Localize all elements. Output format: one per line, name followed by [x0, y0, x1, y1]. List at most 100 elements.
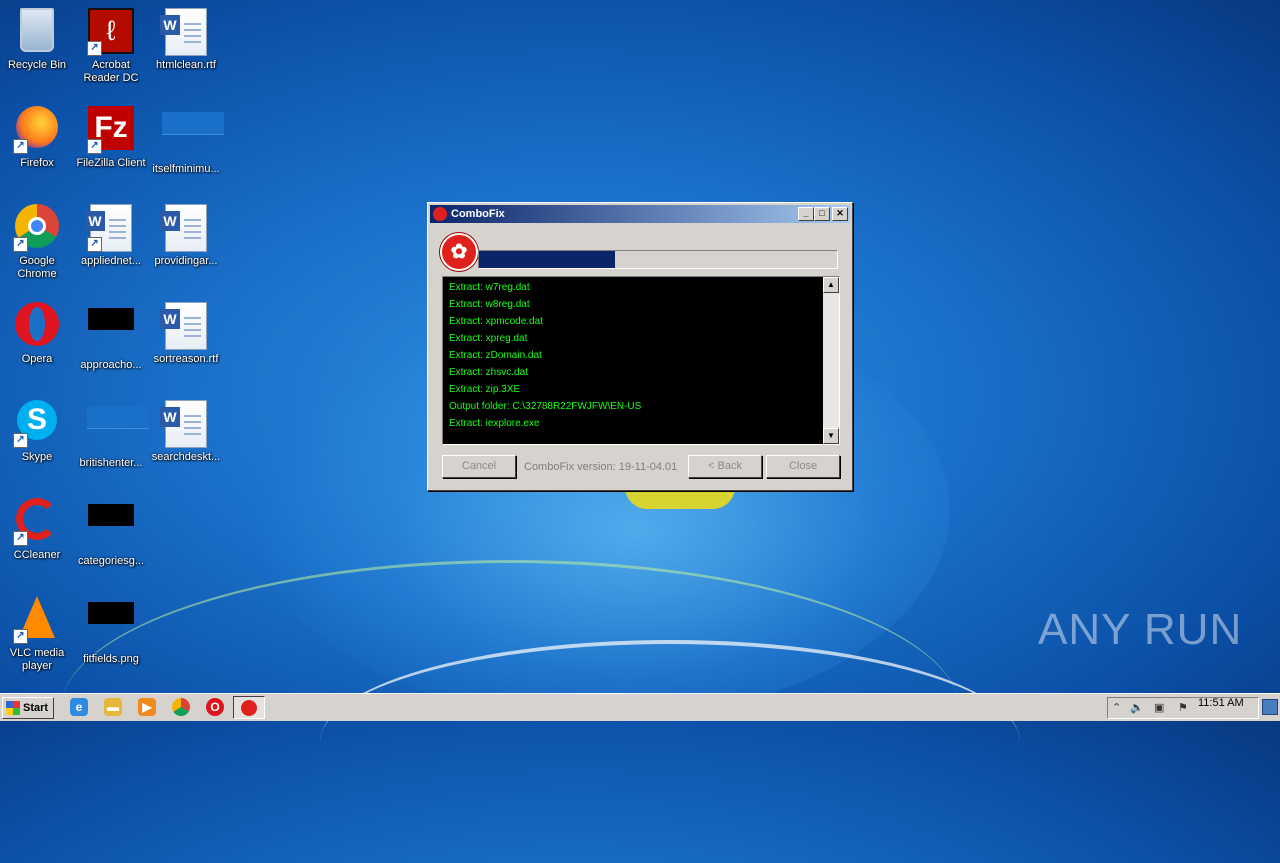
maximize-button[interactable]: □ — [814, 207, 830, 221]
desktop-icon-itselfminimu[interactable]: itselfminimu... — [149, 100, 224, 176]
desktop-icon-providingar[interactable]: W providingar... — [149, 198, 223, 268]
desktop-icon-fitfields[interactable]: fitfields.png — [74, 590, 148, 666]
progress-bar — [478, 250, 838, 269]
desktop-icon-label: approacho... — [80, 359, 142, 371]
desktop-icon-label: Opera — [21, 353, 53, 365]
desktop-icon-label: searchdeskt... — [151, 451, 221, 463]
word-doc-icon: W — [160, 8, 210, 56]
shortcut-arrow-icon: ↗ — [87, 41, 102, 56]
volume-icon[interactable]: 🔈 — [1130, 701, 1144, 715]
desktop-icon-skype[interactable]: S ↗ Skype — [0, 394, 74, 464]
filezilla-icon: Fz ↗ — [87, 106, 135, 154]
desktop-icon-searchdeskt[interactable]: W searchdeskt... — [149, 394, 223, 464]
version-label: ComboFix version: 19-11-04.01 — [524, 461, 678, 473]
show-desktop-icon[interactable] — [1262, 699, 1278, 715]
black-image-icon — [87, 602, 135, 650]
shortcut-arrow-icon: ↗ — [13, 237, 28, 252]
scroll-up-icon[interactable]: ▲ — [823, 277, 839, 293]
desktop-icon-label: categoriesg... — [77, 555, 145, 567]
log-line: Output folder: C:\32788R22FWJFW\EN-US — [449, 401, 642, 412]
desktop-icon-label: itselfminimu... — [152, 163, 220, 175]
explorer-folder-icon[interactable]: ▬ — [104, 698, 122, 716]
desktop-icon-britishenter[interactable]: britishenter... — [74, 394, 149, 470]
black-image-icon — [87, 308, 135, 356]
desktop-icon-label: providingar... — [154, 255, 218, 267]
desktop-icon-sortreason[interactable]: W sortreason.rtf — [149, 296, 223, 366]
firefox-icon: ↗ — [13, 106, 61, 154]
combofix-window[interactable]: ComboFix _ □ ✕ ✿ Extract: w7reg.dat Extra… — [427, 202, 853, 491]
anyrun-watermark: ANY RUN — [1038, 605, 1242, 655]
clock[interactable]: 11:51 AM — [1198, 697, 1244, 709]
log-scrollbar[interactable]: ▲ ▼ — [823, 277, 839, 444]
start-label: Start — [23, 702, 49, 714]
desktop-icon-categoriesg[interactable]: categoriesg... — [74, 492, 148, 568]
black-image-icon — [87, 504, 135, 552]
desktop-icon-approacho[interactable]: approacho... — [74, 296, 148, 372]
blank-file-icon — [162, 112, 224, 160]
log-line: Extract: zDomain.dat — [449, 350, 542, 361]
minimize-button[interactable]: _ — [798, 207, 814, 221]
desktop-icon-label: Skype — [21, 451, 53, 463]
desktop-icon-label: CCleaner — [13, 549, 61, 561]
log-line: Extract: w7reg.dat — [449, 282, 530, 293]
desktop-icon-label: Firefox — [20, 157, 54, 169]
ccleaner-icon: ↗ — [13, 498, 61, 546]
title-bar[interactable]: ComboFix _ □ ✕ — [430, 205, 850, 223]
log-output[interactable]: Extract: w7reg.dat Extract: w8reg.dat Extr… — [442, 276, 840, 445]
scroll-down-icon[interactable]: ▼ — [823, 428, 839, 444]
opera-icon — [13, 302, 61, 350]
cancel-button[interactable]: Cancel — [442, 455, 516, 478]
chrome-taskbar-icon[interactable] — [172, 698, 190, 716]
close-window-button[interactable]: ✕ — [832, 207, 848, 221]
log-line: Extract: iexplore.exe — [449, 418, 540, 429]
progress-fill — [479, 251, 616, 268]
desktop-icon-firefox[interactable]: ↗ Firefox — [0, 100, 74, 170]
media-player-icon[interactable]: ▶ — [138, 698, 156, 716]
desktop-icon-ccleaner[interactable]: ↗ CCleaner — [0, 492, 74, 562]
log-list: Extract: w7reg.dat Extract: w8reg.dat Extr… — [443, 277, 839, 432]
desktop-icon-acrobat[interactable]: ℓ ↗ Acrobat Reader DC — [74, 2, 148, 85]
desktop-icon-recycle-bin[interactable]: Recycle Bin — [0, 2, 74, 72]
combofix-logo-icon: ✿ — [440, 233, 478, 271]
window-title: ComboFix — [451, 208, 505, 220]
log-line: Extract: w8reg.dat — [449, 299, 530, 310]
ie-icon[interactable]: e — [70, 698, 88, 716]
desktop-icon-label: sortreason.rtf — [153, 353, 219, 365]
desktop-icon-label: appliednet... — [81, 255, 141, 267]
log-line: Extract: xpmcode.dat — [449, 316, 543, 327]
desktop-icon-vlc[interactable]: ↗ VLC media player — [0, 590, 74, 673]
log-line: Extract: zip.3XE — [449, 384, 521, 395]
combofix-app-icon — [433, 207, 447, 221]
shortcut-arrow-icon: ↗ — [87, 237, 102, 252]
opera-taskbar-icon[interactable]: O — [206, 698, 224, 716]
watermark-text: ANY RUN — [1038, 605, 1243, 654]
show-hidden-icons-icon[interactable]: ⌃ — [1112, 701, 1121, 715]
word-doc-icon: W — [160, 400, 210, 448]
taskbar: Start e ▬ ▶ O ⌃ 🔈 ▣ ⚑ 11:51 AM — [0, 693, 1280, 721]
combofix-task-button[interactable] — [233, 696, 265, 719]
desktop-icon-htmlclean[interactable]: W htmlclean.rtf — [149, 2, 223, 72]
desktop-icon-label: Recycle Bin — [7, 59, 67, 71]
acrobat-icon: ℓ ↗ — [87, 8, 135, 56]
desktop-icon-label: britishenter... — [79, 457, 143, 469]
back-button[interactable]: < Back — [688, 455, 762, 478]
desktop-icon-chrome[interactable]: ↗ Google Chrome — [0, 198, 74, 281]
blank-file-icon — [87, 406, 149, 454]
close-button[interactable]: Close — [766, 455, 840, 478]
desktop-icon-label: Google Chrome — [17, 255, 57, 280]
log-line: Extract: zhsvc.dat — [449, 367, 528, 378]
shortcut-arrow-icon: ↗ — [13, 139, 28, 154]
desktop-icon-label: fitfields.png — [83, 653, 139, 665]
shortcut-arrow-icon: ↗ — [13, 433, 28, 448]
word-doc-icon: W ↗ — [85, 204, 135, 252]
start-button[interactable]: Start — [2, 697, 54, 719]
network-icon[interactable]: ▣ — [1154, 701, 1164, 715]
desktop-icon-label: htmlclean.rtf — [156, 59, 216, 71]
desktop-icon-filezilla[interactable]: Fz ↗ FileZilla Client — [74, 100, 148, 170]
shortcut-arrow-icon: ↗ — [13, 531, 28, 546]
word-doc-icon: W — [160, 302, 210, 350]
desktop-icon-opera[interactable]: Opera — [0, 296, 74, 366]
action-center-flag-icon[interactable]: ⚑ — [1178, 701, 1188, 715]
desktop-icon-appliednet[interactable]: W ↗ appliednet... — [74, 198, 148, 268]
desktop-icon-label: Acrobat Reader DC — [83, 59, 139, 84]
